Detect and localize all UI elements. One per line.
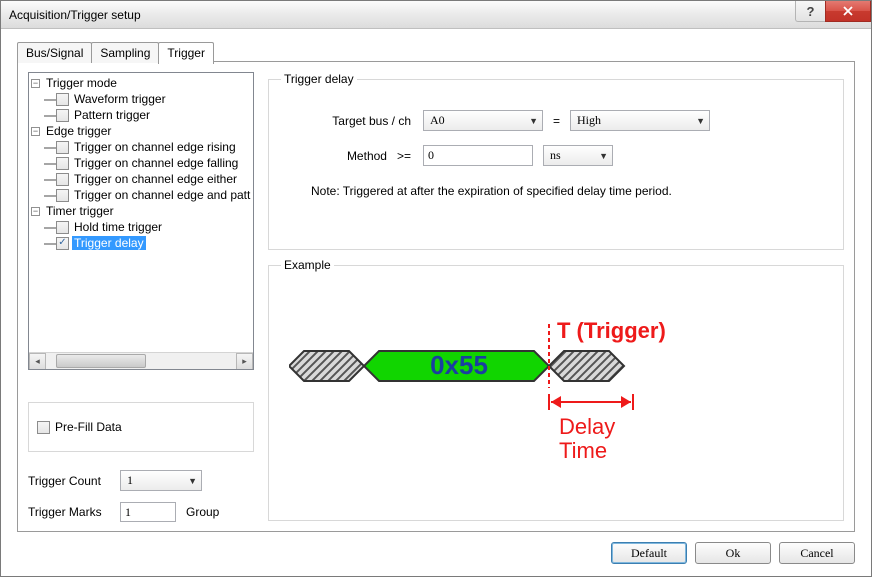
chevron-down-icon: ▼	[696, 116, 705, 126]
help-button[interactable]: ?	[795, 1, 825, 22]
tree-item-hold-time-trigger[interactable]: Hold time trigger	[72, 220, 164, 234]
trigger-marks-unit: Group	[186, 505, 219, 519]
tree-item-edge-falling[interactable]: Trigger on channel edge falling	[72, 156, 240, 170]
close-icon	[843, 6, 853, 16]
target-bus-label: Target bus / ch	[311, 114, 411, 128]
scroll-thumb[interactable]	[56, 354, 146, 368]
tree-horizontal-scrollbar[interactable]: ◂ ▸	[29, 352, 253, 369]
chevron-down-icon: ▼	[188, 476, 197, 486]
prefill-label: Pre-Fill Data	[55, 420, 122, 434]
level-combo[interactable]: High ▼	[570, 110, 710, 131]
tab-bus-signal[interactable]: Bus/Signal	[17, 42, 92, 63]
checkbox-trigger-delay[interactable]: ✓	[56, 237, 69, 250]
close-button[interactable]	[825, 1, 871, 22]
trigger-count-combo[interactable]: 1 ▼	[120, 470, 202, 491]
diagram-delay-label-2: Time	[559, 438, 607, 463]
tab-strip: Bus/Signal Sampling Trigger	[17, 41, 213, 63]
trigger-count-label: Trigger Count	[28, 474, 120, 488]
cancel-button[interactable]: Cancel	[779, 542, 855, 564]
trigger-delay-group: Trigger delay Target bus / ch A0 ▼ = Hig…	[268, 72, 844, 250]
equals-label: =	[553, 114, 560, 128]
tree-item-edge-rising[interactable]: Trigger on channel edge rising	[72, 140, 238, 154]
checkbox-edge-falling[interactable]	[56, 157, 69, 170]
tree-item-edge-and-pattern[interactable]: Trigger on channel edge and patt	[72, 188, 252, 202]
trigger-delay-legend: Trigger delay	[281, 72, 357, 86]
trigger-tree: − Trigger mode Waveform trigger Pattern …	[28, 72, 254, 370]
tree-item-waveform-trigger[interactable]: Waveform trigger	[72, 92, 168, 106]
expand-icon[interactable]: −	[31, 127, 40, 136]
tab-panel: − Trigger mode Waveform trigger Pattern …	[17, 61, 855, 532]
checkbox-prefill-data[interactable]	[37, 421, 50, 434]
trigger-marks-label: Trigger Marks	[28, 505, 120, 519]
tree-group-edge-trigger[interactable]: Edge trigger	[44, 124, 113, 138]
tree-item-trigger-delay[interactable]: Trigger delay	[72, 236, 146, 250]
checkbox-waveform-trigger[interactable]	[56, 93, 69, 106]
prefill-box: Pre-Fill Data	[28, 402, 254, 452]
dialog-button-bar: Default Ok Cancel	[611, 542, 855, 564]
chevron-down-icon: ▼	[529, 116, 538, 126]
timing-diagram: 0x55 T (Trigger) Delay Time	[289, 316, 809, 486]
tab-sampling[interactable]: Sampling	[91, 42, 159, 63]
method-label: Method >=	[311, 149, 411, 163]
chevron-down-icon: ▼	[599, 151, 608, 161]
expand-icon[interactable]: −	[31, 79, 40, 88]
tree-group-timer-trigger[interactable]: Timer trigger	[44, 204, 116, 218]
target-bus-combo[interactable]: A0 ▼	[423, 110, 543, 131]
default-button[interactable]: Default	[611, 542, 687, 564]
diagram-delay-label-1: Delay	[559, 414, 615, 439]
example-group: Example 0x55	[268, 258, 844, 521]
tree-group-trigger-mode[interactable]: Trigger mode	[44, 76, 119, 90]
window-title: Acquisition/Trigger setup	[9, 8, 141, 22]
tab-trigger[interactable]: Trigger	[158, 42, 214, 64]
trigger-marks-input[interactable]	[120, 502, 176, 522]
checkbox-edge-rising[interactable]	[56, 141, 69, 154]
scroll-left-icon[interactable]: ◂	[29, 353, 46, 370]
delay-note: Note: Triggered at after the expiration …	[311, 184, 831, 198]
example-legend: Example	[281, 258, 334, 272]
checkbox-pattern-trigger[interactable]	[56, 109, 69, 122]
scroll-right-icon[interactable]: ▸	[236, 353, 253, 370]
tree-item-edge-either[interactable]: Trigger on channel edge either	[72, 172, 239, 186]
expand-icon[interactable]: −	[31, 207, 40, 216]
right-pane: Trigger delay Target bus / ch A0 ▼ = Hig…	[268, 72, 844, 521]
ok-button[interactable]: Ok	[695, 542, 771, 564]
checkbox-edge-and-pattern[interactable]	[56, 189, 69, 202]
tree-item-pattern-trigger[interactable]: Pattern trigger	[72, 108, 152, 122]
checkbox-edge-either[interactable]	[56, 173, 69, 186]
method-value-input[interactable]	[423, 145, 533, 166]
title-bar: Acquisition/Trigger setup ?	[1, 1, 871, 29]
diagram-trigger-label: T (Trigger)	[557, 318, 666, 343]
left-pane: − Trigger mode Waveform trigger Pattern …	[28, 72, 254, 521]
diagram-data-value: 0x55	[430, 350, 488, 380]
checkbox-hold-time-trigger[interactable]	[56, 221, 69, 234]
method-unit-combo[interactable]: ns ▼	[543, 145, 613, 166]
